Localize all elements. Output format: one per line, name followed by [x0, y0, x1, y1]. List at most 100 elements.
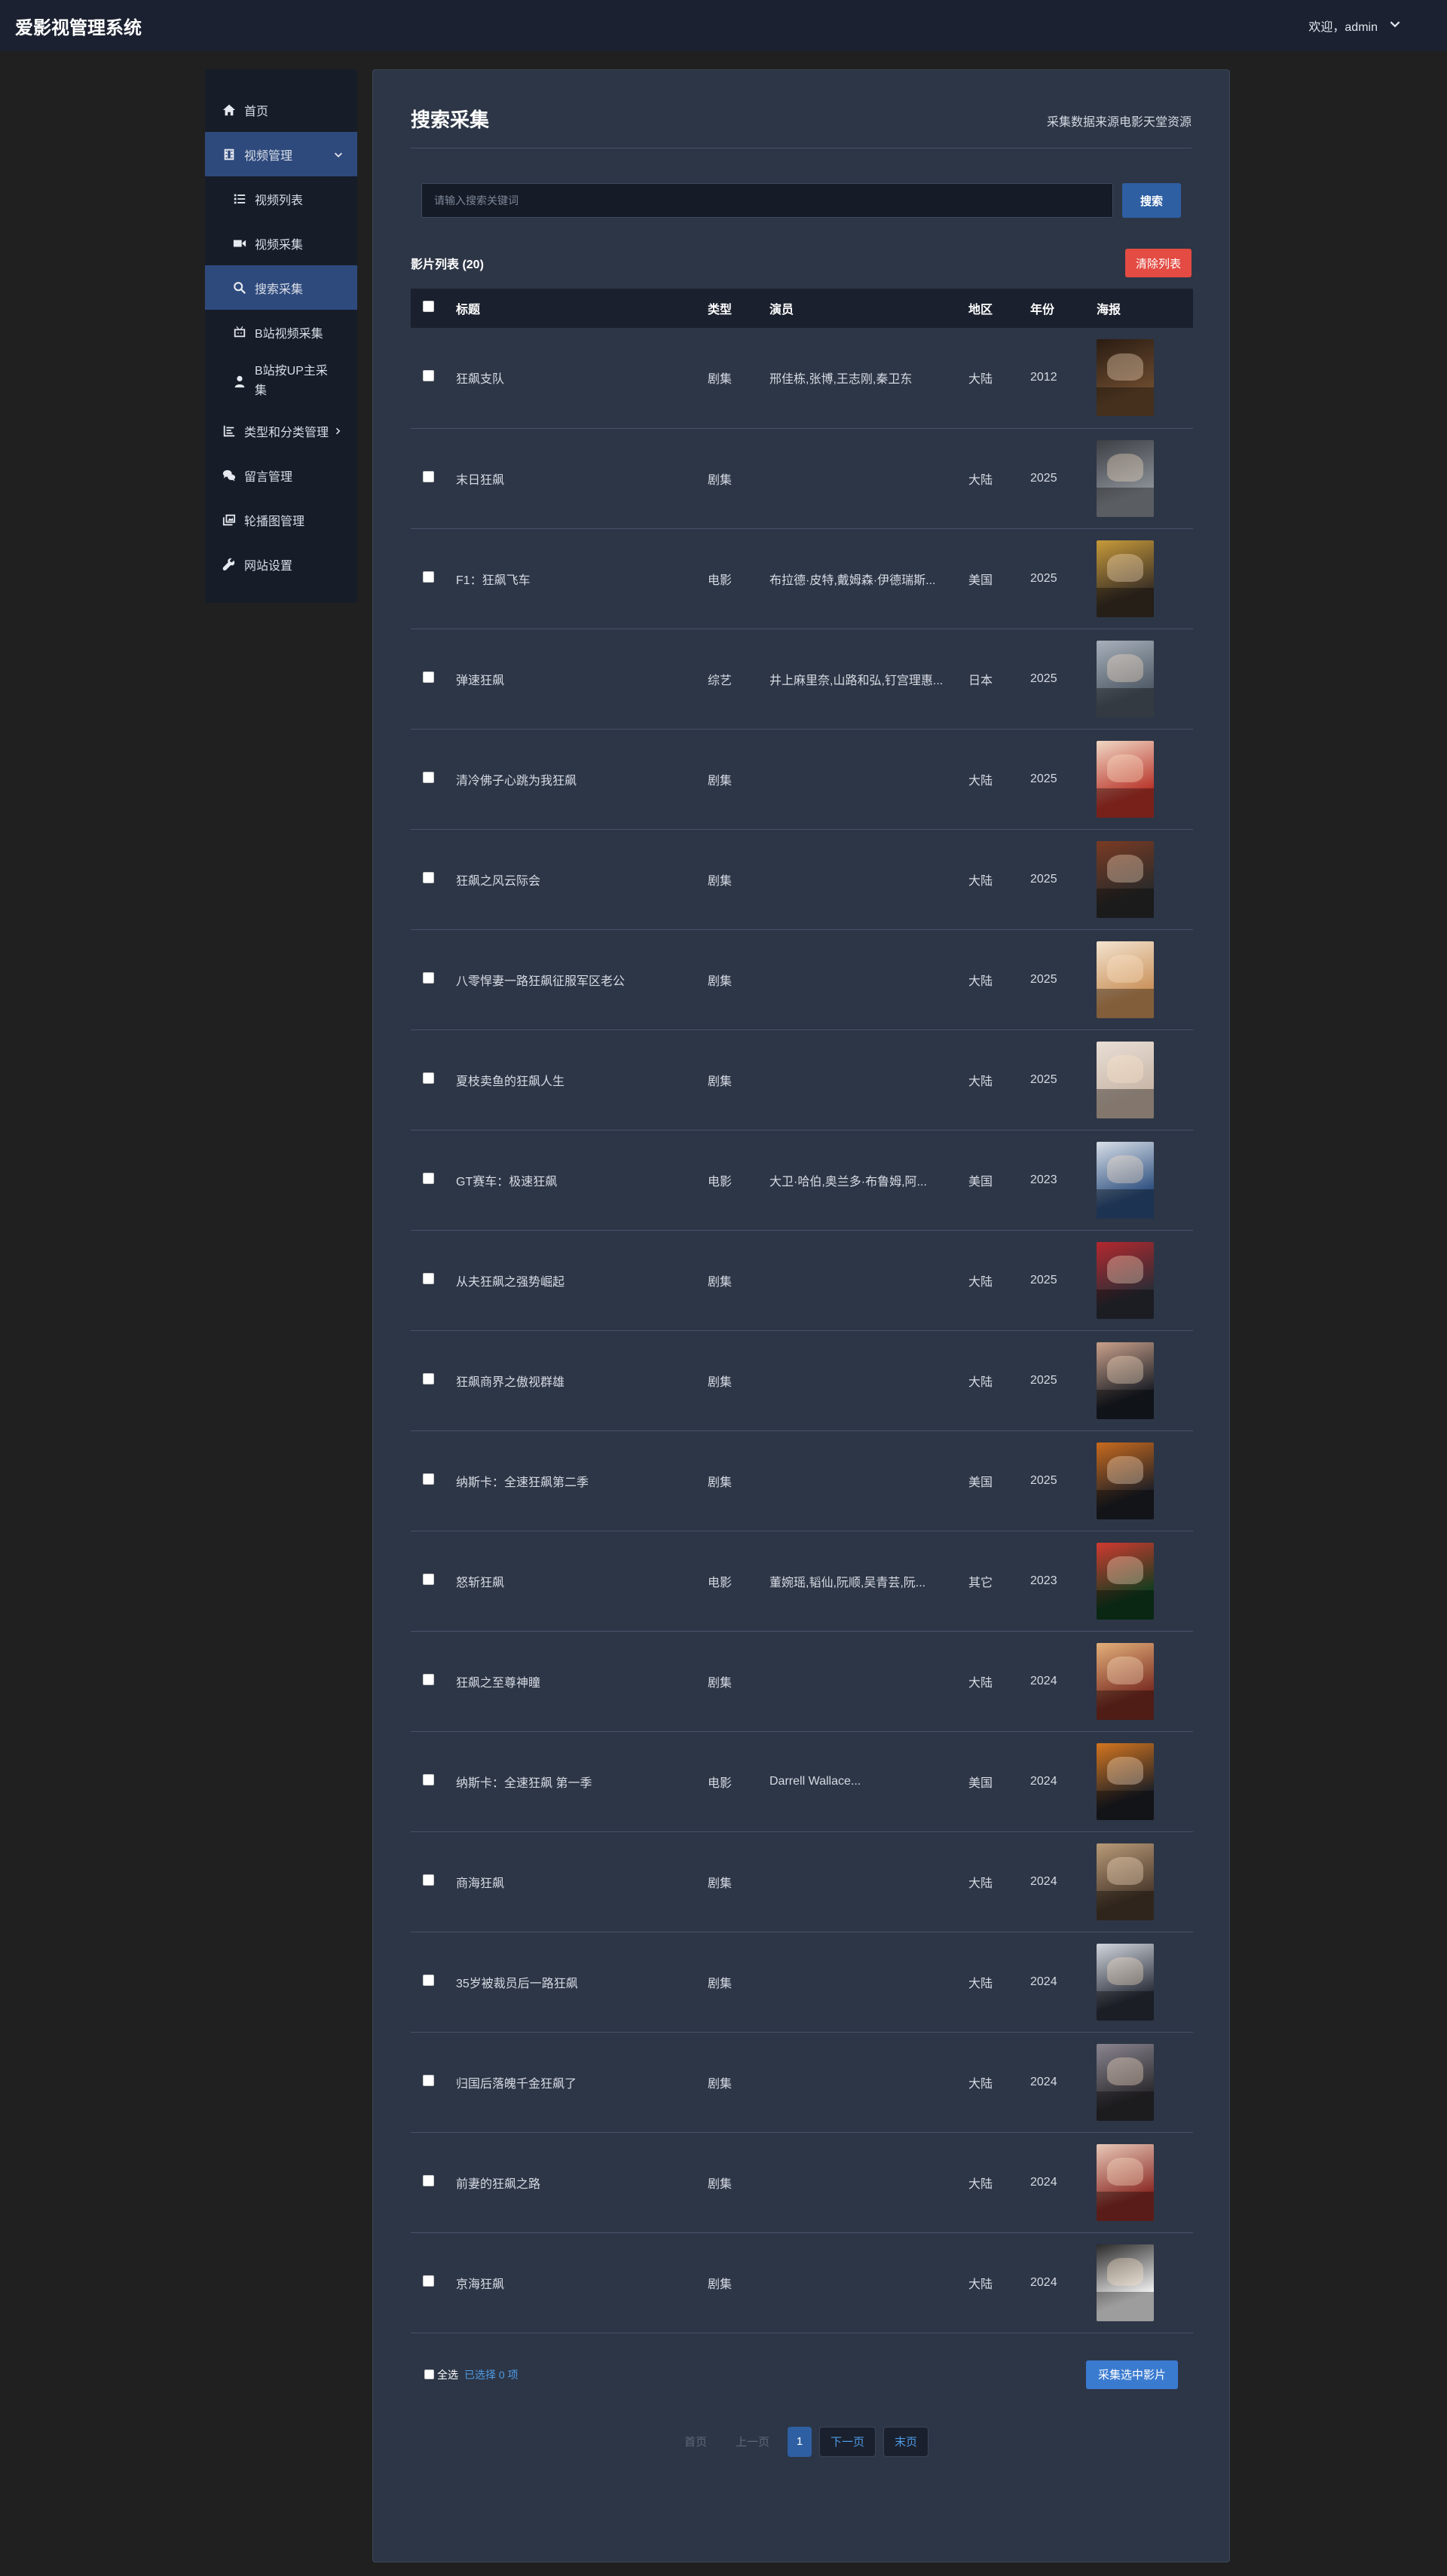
list-title: 影片列表 (20)	[411, 259, 484, 271]
table-row[interactable]: 纳斯卡：全速狂飙第二季 剧集 美国 2025	[411, 1430, 1193, 1531]
row-year: 2024	[1030, 1975, 1057, 1988]
row-checkbox[interactable]	[423, 2074, 434, 2086]
row-select[interactable]	[411, 1731, 456, 1831]
row-select[interactable]	[411, 328, 456, 428]
row-select[interactable]	[411, 1029, 456, 1130]
table-row[interactable]: F1：狂飙飞车 电影 布拉德·皮特,戴姆森·伊德瑞斯... 美国 2025	[411, 528, 1193, 629]
collect-selected-button[interactable]: 采集选中影片	[1085, 2360, 1178, 2389]
page-current[interactable]: 1	[788, 2426, 812, 2457]
column-header-year: 年份	[1030, 304, 1055, 317]
row-checkbox[interactable]	[423, 1874, 434, 1886]
page-next[interactable]: 下一页	[819, 2426, 876, 2457]
row-year: 2025	[1030, 1473, 1057, 1487]
row-checkbox[interactable]	[423, 871, 434, 883]
row-type: 剧集	[708, 1476, 733, 1489]
row-checkbox[interactable]	[423, 1773, 434, 1785]
row-actors: 邢佳栋,张博,王志刚,秦卫东	[769, 373, 913, 387]
row-select[interactable]	[411, 929, 456, 1029]
table-row[interactable]: 八零悍妻一路狂飙征服军区老公 剧集 大陆 2025	[411, 929, 1193, 1029]
table-row[interactable]: 狂飙之风云际会 剧集 大陆 2025	[411, 829, 1193, 929]
table-row[interactable]: 清冷佛子心跳为我狂飙 剧集 大陆 2025	[411, 729, 1193, 829]
table-header-row: 标题 类型 演员 地区 年份 海报	[411, 289, 1193, 328]
table-row[interactable]: 狂飙之至尊神瞳 剧集 大陆 2024	[411, 1631, 1193, 1731]
table-row[interactable]: 末日狂飙 剧集 大陆 2025	[411, 428, 1193, 528]
select-all-checkbox[interactable]	[424, 2369, 434, 2379]
row-select[interactable]	[411, 1430, 456, 1531]
row-checkbox[interactable]	[423, 2275, 434, 2287]
table-row[interactable]: 弹速狂飙 综艺 井上麻里奈,山路和弘,钉宫理惠... 日本 2025	[411, 629, 1193, 729]
row-checkbox[interactable]	[423, 571, 434, 583]
row-select[interactable]	[411, 629, 456, 729]
row-title: 京海狂飙	[456, 2278, 505, 2291]
row-checkbox[interactable]	[423, 1473, 434, 1485]
row-select[interactable]	[411, 1831, 456, 1932]
table-row[interactable]: 夏枝卖鱼的狂飙人生 剧集 大陆 2025	[411, 1029, 1193, 1130]
row-checkbox[interactable]	[423, 1372, 434, 1384]
row-select[interactable]	[411, 1631, 456, 1731]
table-row[interactable]: 怒斩狂飙 电影 董婉瑶,韬仙,阮顺,吴青芸,阮... 其它 2023	[411, 1531, 1193, 1631]
page-last[interactable]: 末页	[883, 2426, 929, 2457]
table-row[interactable]: 京海狂飙 剧集 大陆 2024	[411, 2232, 1193, 2333]
table-row[interactable]: 狂飙支队 剧集 邢佳栋,张博,王志刚,秦卫东 大陆 2012	[411, 328, 1193, 428]
page-first[interactable]: 首页	[674, 2427, 717, 2457]
page-prev[interactable]: 上一页	[725, 2427, 780, 2457]
row-select[interactable]	[411, 1230, 456, 1330]
chevron-down-icon[interactable]	[1388, 17, 1402, 35]
select-all[interactable]: 全选 已选择 0 项	[424, 2367, 519, 2382]
sidebar-item-home[interactable]: 首页	[205, 87, 357, 132]
sidebar-item-carousel[interactable]: 轮播图管理	[205, 497, 357, 542]
row-actors	[769, 2232, 968, 2333]
sidebar-item-video-list[interactable]: 视频列表	[205, 176, 357, 221]
table-row[interactable]: 狂飙商界之傲视群雄 剧集 大陆 2025	[411, 1330, 1193, 1430]
row-select[interactable]	[411, 729, 456, 829]
sidebar-item-comments[interactable]: 留言管理	[205, 453, 357, 497]
row-select[interactable]	[411, 2232, 456, 2333]
row-select[interactable]	[411, 1130, 456, 1230]
row-checkbox[interactable]	[423, 971, 434, 984]
clear-list-button[interactable]: 清除列表	[1124, 249, 1192, 277]
search-input[interactable]	[421, 183, 1113, 218]
row-poster-cell	[1097, 528, 1193, 629]
sidebar-item-bilibili-collect[interactable]: B站视频采集	[205, 310, 357, 354]
row-checkbox[interactable]	[423, 1673, 434, 1685]
row-select[interactable]	[411, 1330, 456, 1430]
sidebar-item-video-collect[interactable]: 视频采集	[205, 221, 357, 265]
sidebar-item-site-settings[interactable]: 网站设置	[205, 542, 357, 586]
sidebar-item-video-management[interactable]: 视频管理	[205, 132, 357, 176]
table-row[interactable]: 商海狂飙 剧集 大陆 2024	[411, 1831, 1193, 1932]
row-area: 大陆	[968, 1075, 993, 1088]
sidebar-item-category-management[interactable]: 类型和分类管理	[205, 408, 357, 453]
row-select[interactable]	[411, 428, 456, 528]
row-checkbox[interactable]	[423, 1573, 434, 1585]
row-checkbox[interactable]	[423, 2174, 434, 2186]
sidebar-item-search-collect[interactable]: 搜索采集	[205, 265, 357, 310]
table-row[interactable]: 纳斯卡：全速狂飙 第一季 电影 Darrell Wallace... 美国 2024	[411, 1731, 1193, 1831]
row-checkbox[interactable]	[423, 771, 434, 783]
row-select[interactable]	[411, 2032, 456, 2132]
row-title: F1：狂飙飞车	[456, 574, 531, 587]
row-checkbox[interactable]	[423, 1072, 434, 1084]
row-select[interactable]	[411, 2132, 456, 2232]
row-select[interactable]	[411, 1932, 456, 2032]
row-select[interactable]	[411, 829, 456, 929]
row-checkbox[interactable]	[423, 671, 434, 683]
row-checkbox[interactable]	[423, 1172, 434, 1184]
row-select[interactable]	[411, 528, 456, 629]
user-menu[interactable]: 欢迎，admin	[1308, 17, 1432, 35]
search-button[interactable]: 搜索	[1122, 183, 1181, 218]
table-row[interactable]: 归国后落魄千金狂飙了 剧集 大陆 2024	[411, 2032, 1193, 2132]
row-checkbox[interactable]	[423, 1974, 434, 1986]
row-year: 2024	[1030, 2175, 1057, 2189]
table-row[interactable]: 从夫狂飙之强势崛起 剧集 大陆 2025	[411, 1230, 1193, 1330]
header-select-all[interactable]	[411, 289, 456, 328]
sidebar-item-label: B站按UP主采集	[255, 365, 328, 397]
row-select[interactable]	[411, 1531, 456, 1631]
row-checkbox[interactable]	[423, 370, 434, 382]
table-row[interactable]: GT赛车：极速狂飙 电影 大卫·哈伯,奥兰多·布鲁姆,阿... 美国 2023	[411, 1130, 1193, 1230]
table-row[interactable]: 前妻的狂飙之路 剧集 大陆 2024	[411, 2132, 1193, 2232]
sidebar-item-bilibili-up-collect[interactable]: B站按UP主采集	[205, 354, 357, 408]
row-checkbox[interactable]	[423, 1272, 434, 1284]
header-checkbox[interactable]	[423, 301, 434, 312]
table-row[interactable]: 35岁被裁员后一路狂飙 剧集 大陆 2024	[411, 1932, 1193, 2032]
row-checkbox[interactable]	[423, 470, 434, 482]
